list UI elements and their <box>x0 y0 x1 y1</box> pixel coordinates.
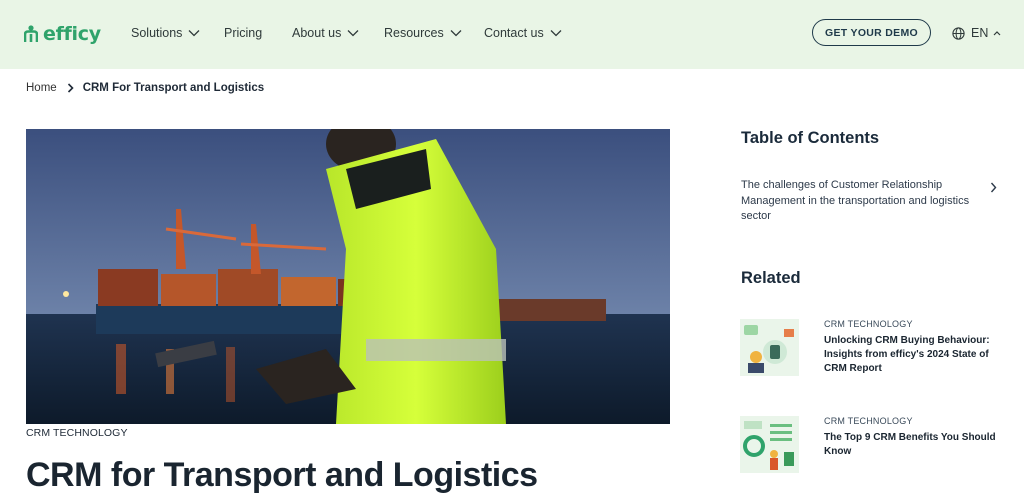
nav-label: Solutions <box>131 26 183 40</box>
article-category: CRM TECHNOLOGY <box>26 427 128 439</box>
related-category: CRM TECHNOLOGY <box>824 416 913 426</box>
related-card[interactable]: CRM TECHNOLOGY Unlocking CRM Buying Beha… <box>740 319 1010 377</box>
chevron-down-icon <box>188 30 200 37</box>
breadcrumb-current: CRM For Transport and Logistics <box>82 82 265 94</box>
chevron-right-icon[interactable] <box>990 180 997 198</box>
nav-pricing[interactable]: Pricing <box>224 26 262 40</box>
chevron-down-icon <box>450 30 462 37</box>
nav-label: Resources <box>384 26 444 40</box>
nav-label: Contact us <box>484 26 544 40</box>
efficy-logo[interactable]: efficy <box>24 22 101 46</box>
language-selector[interactable]: EN <box>952 26 1001 40</box>
related-title: Unlocking CRM Buying Behaviour: Insights… <box>824 335 990 374</box>
chevron-down-icon <box>550 30 562 37</box>
efficy-logo-icon <box>24 25 38 42</box>
language-label: EN <box>971 26 989 40</box>
toc-item[interactable]: The challenges of Customer Relationship … <box>741 178 991 225</box>
nav-label: Pricing <box>224 26 263 40</box>
get-demo-button[interactable]: GET YOUR DEMO <box>812 19 931 46</box>
breadcrumb-home-link[interactable]: Home <box>26 82 57 94</box>
nav-resources[interactable]: Resources <box>384 26 462 40</box>
globe-icon <box>952 26 965 40</box>
site-header: efficy Solutions Pricing About us Resour… <box>0 0 1024 69</box>
related-heading: Related <box>741 269 801 287</box>
breadcrumb: Home CRM For Transport and Logistics <box>26 82 264 94</box>
toc-heading: Table of Contents <box>741 129 880 147</box>
related-category: CRM TECHNOLOGY <box>824 319 913 329</box>
article-title: CRM for Transport and Logistics <box>26 456 538 494</box>
nav-solutions[interactable]: Solutions <box>131 26 200 40</box>
chevron-down-icon <box>347 30 359 37</box>
related-card[interactable]: CRM TECHNOLOGY The Top 9 CRM Benefits Yo… <box>740 416 1010 473</box>
nav-about-us[interactable]: About us <box>292 26 359 40</box>
nav-label: About us <box>292 26 342 40</box>
chevron-right-icon <box>67 83 74 93</box>
related-title: The Top 9 CRM Benefits You Should Know <box>824 432 996 457</box>
chevron-up-icon <box>993 31 1001 36</box>
nav-contact-us[interactable]: Contact us <box>484 26 562 40</box>
related-thumbnail <box>740 319 799 376</box>
logo-wordmark: efficy <box>43 23 101 45</box>
hero-image <box>26 129 670 424</box>
related-thumbnail <box>740 416 799 473</box>
